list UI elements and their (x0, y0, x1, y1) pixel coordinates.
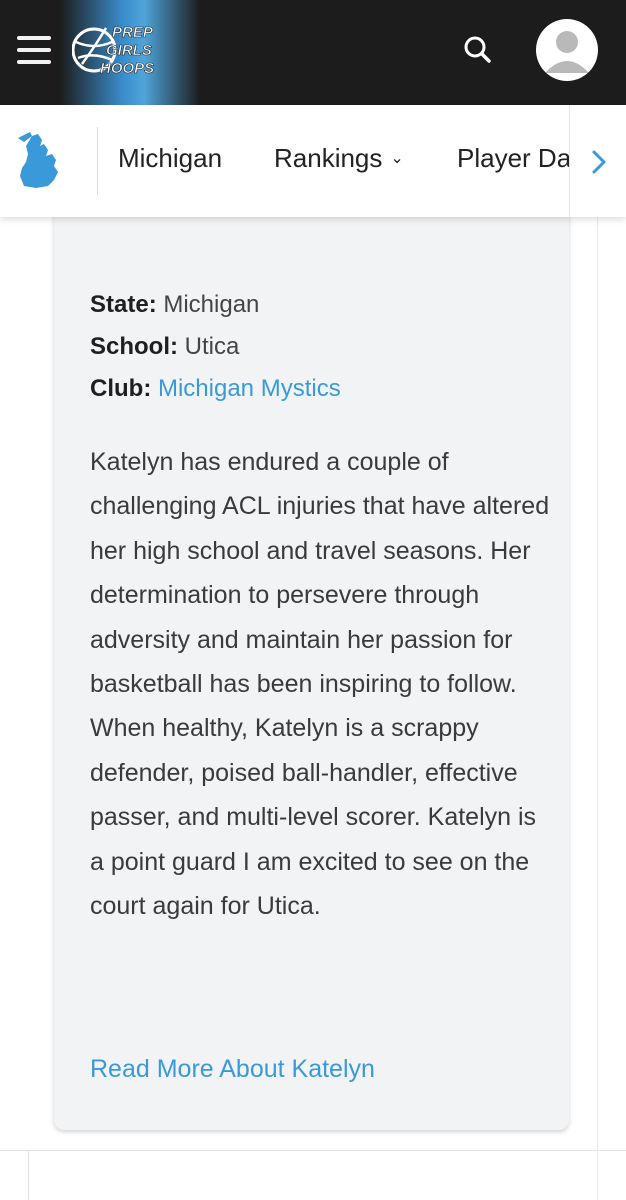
chevron-right-icon[interactable] (585, 144, 613, 180)
nav-item-label: Player Da (457, 143, 569, 173)
state-value: Michigan (163, 291, 260, 318)
site-logo[interactable]: PREP GIRLS HOOPS (72, 20, 182, 80)
club-label: Club: (90, 375, 152, 402)
club-row: Club: Michigan Mystics (90, 368, 341, 410)
school-value: Utica (184, 333, 240, 360)
player-bio: Katelyn has endured a couple of challeng… (90, 448, 550, 921)
state-row: State: Michigan (90, 284, 341, 326)
nav-item-rankings[interactable]: Rankings ⌄ (274, 143, 404, 174)
hamburger-menu-icon[interactable] (17, 36, 51, 64)
chevron-down-icon: ⌄ (390, 150, 404, 167)
user-avatar-icon[interactable] (536, 19, 598, 81)
player-info: State: Michigan School: Utica Club: Mich… (90, 284, 341, 410)
logo-word-hoops: HOOPS (100, 60, 154, 77)
michigan-state-icon[interactable] (18, 132, 70, 192)
logo-word-girls: GIRLS (106, 42, 152, 59)
section-divider (0, 1150, 626, 1151)
nav-item-michigan[interactable]: Michigan (118, 143, 222, 174)
club-link[interactable]: Michigan Mystics (158, 375, 341, 402)
school-label: School: (90, 333, 178, 360)
nav-scroll-divider (569, 105, 570, 217)
nav-item-player-database[interactable]: Player Da (457, 143, 569, 174)
search-icon[interactable] (458, 30, 498, 70)
school-row: School: Utica (90, 326, 341, 368)
nav-item-label: Michigan (118, 143, 223, 173)
state-label: State: (90, 291, 157, 318)
read-more-link[interactable]: Read More About Katelyn (90, 1055, 375, 1084)
page-edge (597, 217, 598, 1200)
nav-item-label: Rankings (274, 143, 383, 173)
next-card-edge (28, 1150, 29, 1200)
nav-divider (97, 127, 98, 195)
logo-word-prep: PREP (112, 24, 154, 41)
